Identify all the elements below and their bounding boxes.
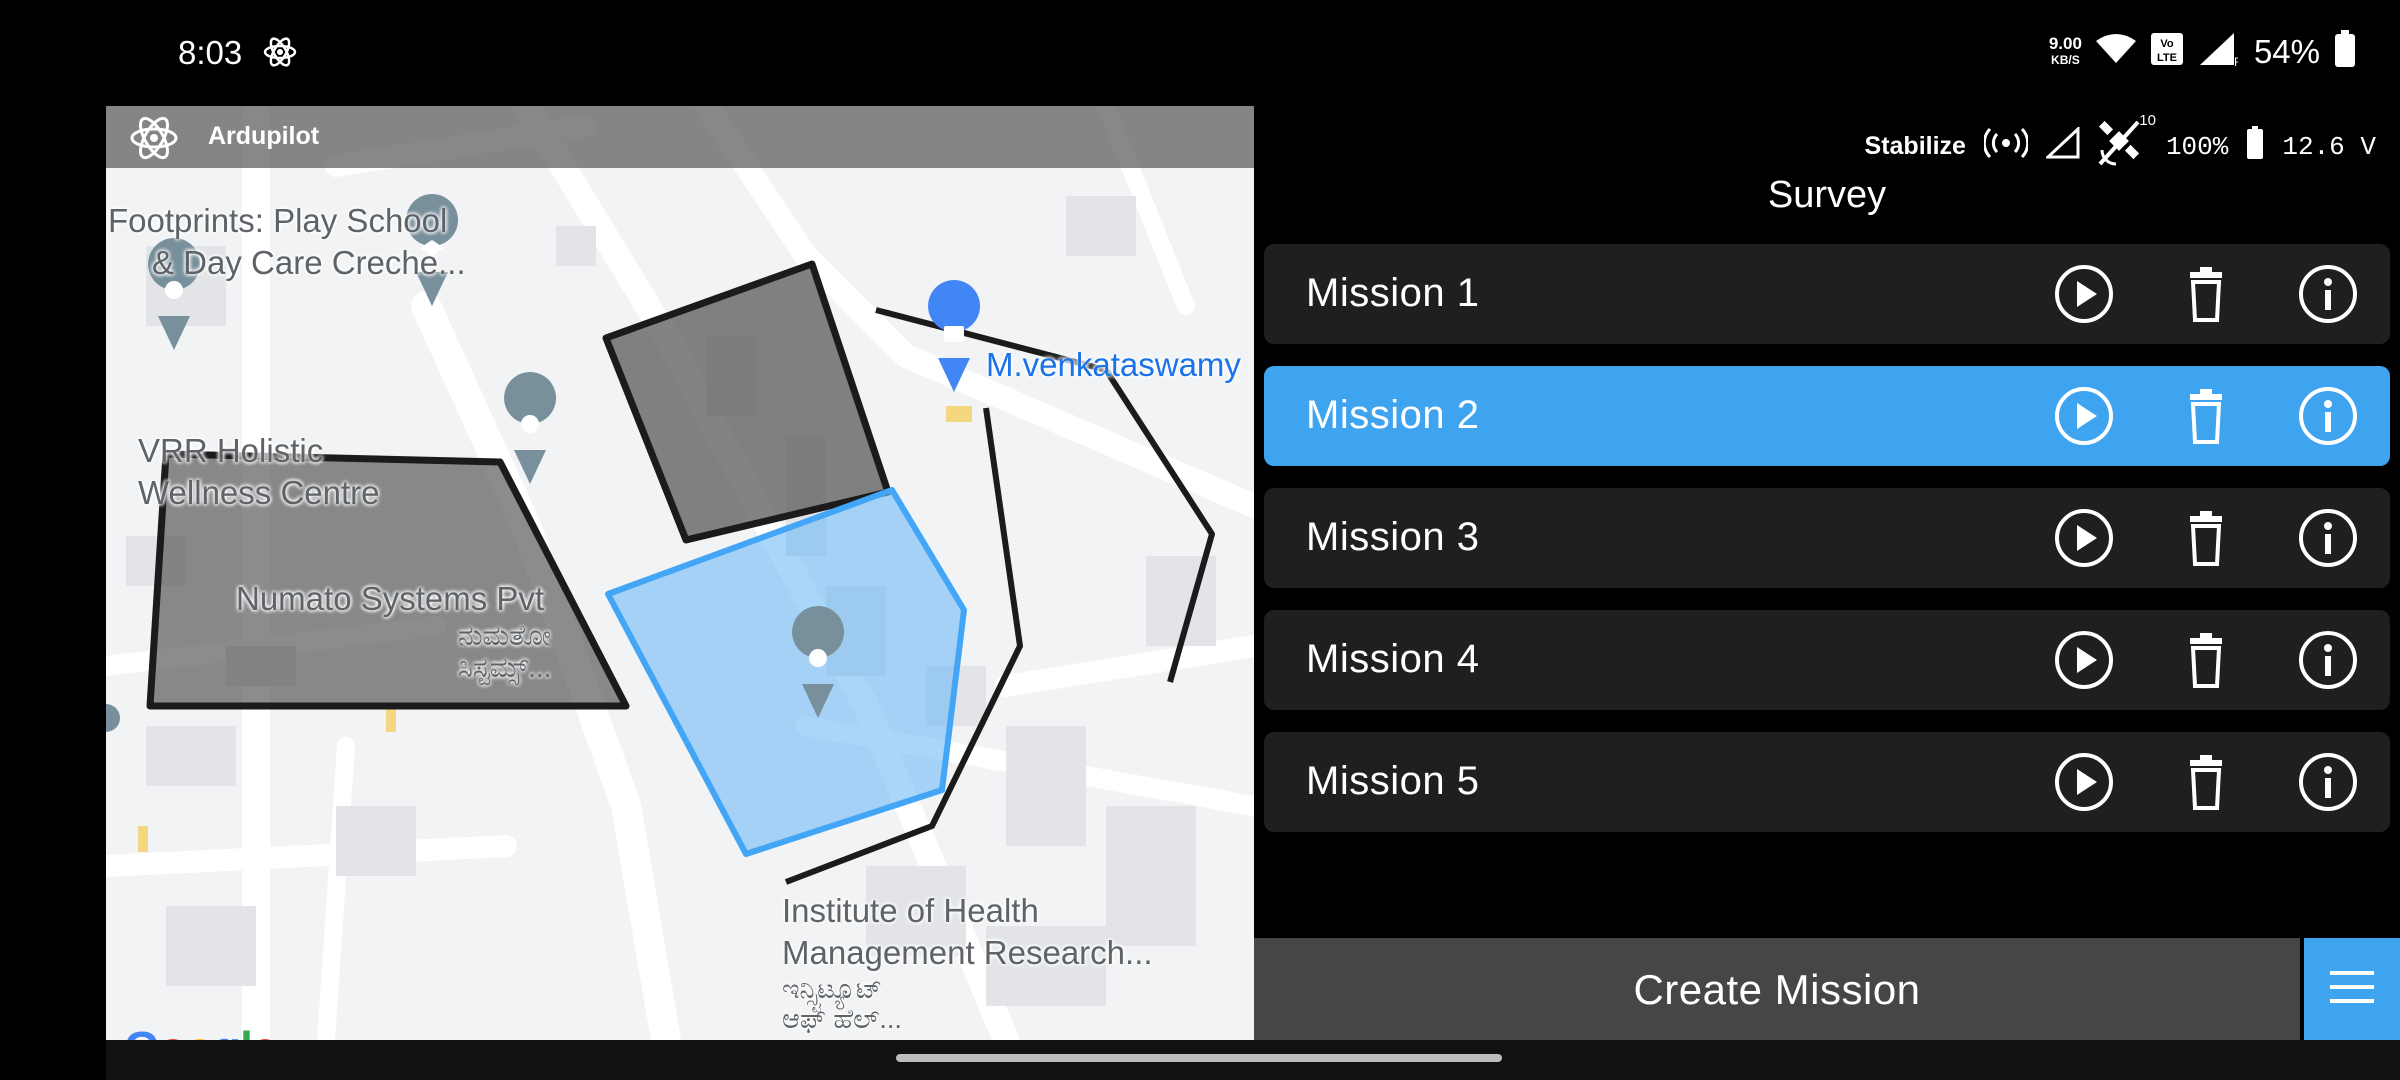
app-title: Ardupilot bbox=[208, 122, 320, 150]
mission-label: Mission 2 bbox=[1306, 393, 1480, 437]
drone-voltage: 12.6 V bbox=[2282, 131, 2376, 162]
mission-list: Mission 1 Mission 2 Mission 3 Mission 4 … bbox=[1264, 244, 2390, 854]
info-icon[interactable] bbox=[2298, 508, 2358, 568]
volte-icon: Vo LTE bbox=[2150, 32, 2184, 71]
mission-row-3[interactable]: Mission 3 bbox=[1264, 488, 2390, 588]
map-view[interactable]: Footprints: Play School & Day Care Crech… bbox=[106, 106, 1254, 1040]
status-bar: 8:03 9.00 KB/S Vo LTE R 54% bbox=[0, 0, 2400, 106]
telemetry-radio-icon bbox=[1982, 127, 2030, 166]
survey-panel: Stabilize 10 100% 12.6 V Survey Mission … bbox=[1254, 106, 2400, 1040]
left-gutter bbox=[0, 106, 106, 1080]
play-icon[interactable] bbox=[2054, 630, 2114, 690]
create-mission-label: Create Mission bbox=[1633, 966, 1921, 1013]
create-mission-button[interactable]: Create Mission bbox=[1254, 938, 2300, 1040]
navigation-bar bbox=[106, 1040, 2400, 1080]
info-icon[interactable] bbox=[2298, 630, 2358, 690]
play-icon[interactable] bbox=[2054, 752, 2114, 812]
hamburger-menu-icon bbox=[2328, 967, 2376, 1012]
svg-text:R: R bbox=[2234, 55, 2238, 67]
info-icon[interactable] bbox=[2298, 264, 2358, 324]
mission-row-4[interactable]: Mission 4 bbox=[1264, 610, 2390, 710]
info-icon[interactable] bbox=[2298, 752, 2358, 812]
atom-icon bbox=[262, 34, 298, 75]
play-icon[interactable] bbox=[2054, 508, 2114, 568]
place-label-institute: Institute of Health Management Research.… bbox=[782, 892, 1153, 1034]
drone-battery-percent: 100% bbox=[2165, 131, 2229, 162]
ardupilot-logo-icon bbox=[128, 112, 180, 169]
mission-label: Mission 5 bbox=[1306, 759, 1480, 803]
trash-icon[interactable] bbox=[2176, 752, 2236, 812]
mission-label: Mission 1 bbox=[1306, 271, 1480, 315]
status-time: 8:03 bbox=[178, 34, 243, 71]
home-gesture-handle[interactable] bbox=[896, 1054, 1502, 1062]
place-label-vrr: VRR Holistic Wellness Centre bbox=[138, 432, 380, 511]
mission-row-2[interactable]: Mission 2 bbox=[1264, 366, 2390, 466]
gps-satellite-icon: 10 bbox=[2098, 112, 2156, 173]
status-icons: 9.00 KB/S Vo LTE R 54% bbox=[2049, 30, 2356, 73]
info-icon[interactable] bbox=[2298, 386, 2358, 446]
svg-text:LTE: LTE bbox=[2157, 52, 2177, 64]
panel-title: Survey bbox=[1767, 174, 1887, 216]
trash-icon[interactable] bbox=[2176, 630, 2236, 690]
play-icon[interactable] bbox=[2054, 264, 2114, 324]
place-label-venkataswamy: M.venkataswamy bbox=[986, 346, 1241, 383]
drone-battery-icon bbox=[2246, 126, 2264, 167]
telemetry-bar: Stabilize 10 100% 12.6 V bbox=[1865, 112, 2376, 173]
menu-button[interactable] bbox=[2300, 938, 2400, 1040]
trash-icon[interactable] bbox=[2176, 264, 2236, 324]
battery-percent: 54% bbox=[2253, 32, 2320, 70]
signal-icon: R bbox=[2198, 31, 2243, 72]
place-label-numato: Numato Systems Pvt ನುಮತೋ ಸಿಸ್ಟಮ್ಸ್... bbox=[236, 580, 552, 683]
mission-row-5[interactable]: Mission 5 bbox=[1264, 732, 2390, 832]
svg-text:Google: Google bbox=[124, 1022, 274, 1040]
trash-icon[interactable] bbox=[2176, 386, 2236, 446]
app-header: Ardupilot bbox=[106, 106, 1254, 168]
mission-label: Mission 3 bbox=[1306, 515, 1480, 559]
play-icon[interactable] bbox=[2054, 386, 2114, 446]
flight-mode[interactable]: Stabilize bbox=[1865, 132, 1966, 161]
svg-text:Vo: Vo bbox=[2160, 38, 2174, 50]
rc-signal-icon bbox=[2044, 125, 2080, 166]
mission-label: Mission 4 bbox=[1306, 637, 1480, 681]
trash-icon[interactable] bbox=[2176, 508, 2236, 568]
battery-icon bbox=[2334, 30, 2356, 73]
mission-row-1[interactable]: Mission 1 bbox=[1264, 244, 2390, 344]
place-label-footprints: Footprints: Play School & Day Care Crech… bbox=[108, 202, 466, 281]
wifi-icon bbox=[2095, 33, 2136, 70]
network-speed: 9.00 KB/S bbox=[2048, 33, 2082, 67]
